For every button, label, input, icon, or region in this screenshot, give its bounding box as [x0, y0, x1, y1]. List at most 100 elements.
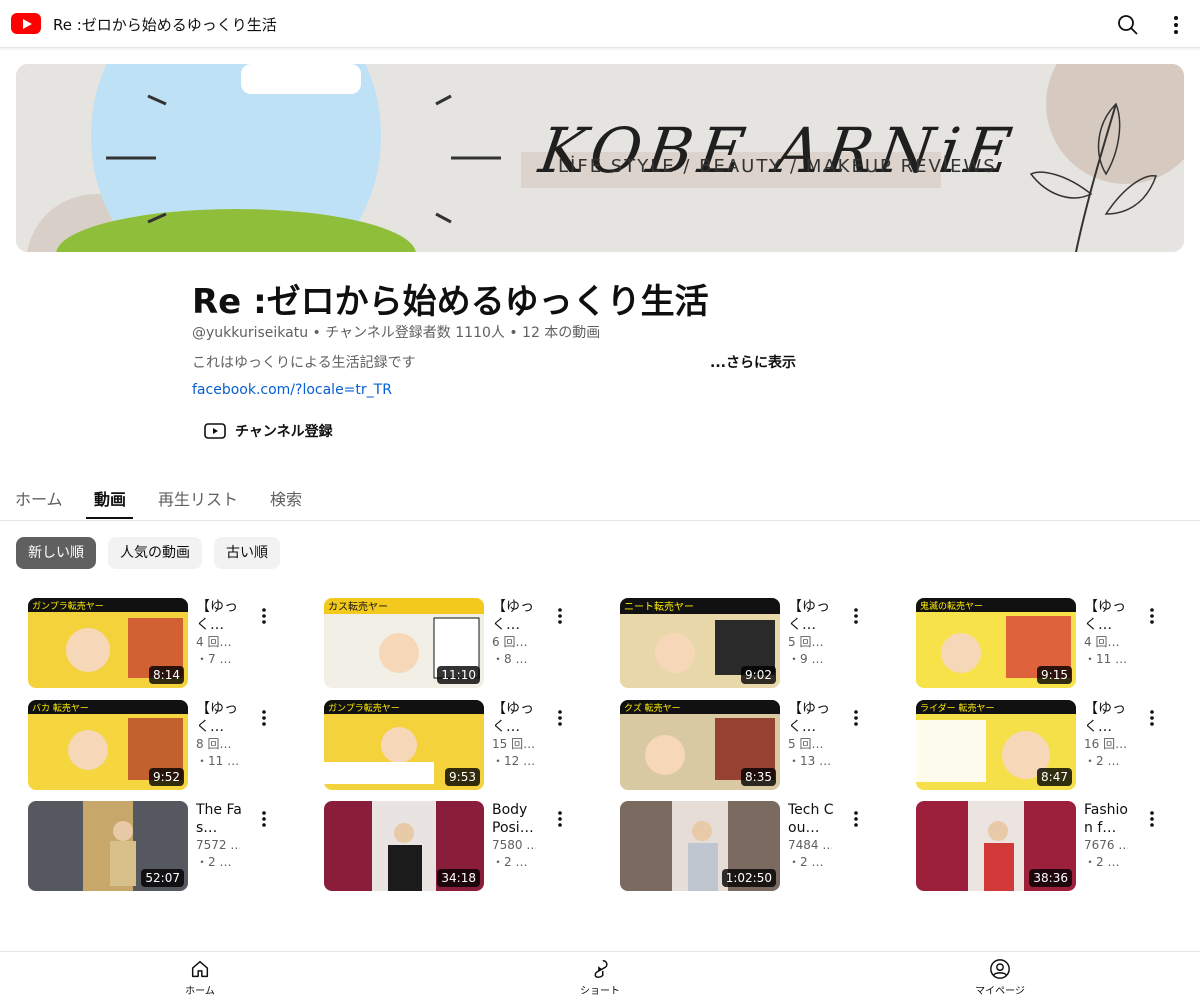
video-views: 6 回…	[492, 635, 528, 649]
video-views: 8 回…	[196, 737, 232, 751]
video-item[interactable]: 鬼滅の転売ヤー 9:15 【ゆっく… 4 回… ・11 …	[916, 598, 1196, 688]
tab-search[interactable]: 検索	[270, 486, 302, 510]
video-item[interactable]: 1:02:50 Tech Cou… 7484 … ・2 …	[620, 801, 900, 891]
video-duration: 8:14	[149, 666, 184, 684]
more-vertical-icon[interactable]	[1164, 13, 1188, 37]
more-vertical-icon[interactable]	[1144, 708, 1160, 728]
video-thumbnail[interactable]: 52:07	[28, 801, 188, 891]
banner-subtitle: LİFE STYLE / BEAUTY / MAKEUP REVİEWS	[558, 156, 997, 177]
more-vertical-icon[interactable]	[256, 809, 272, 829]
video-duration: 9:02	[741, 666, 776, 684]
video-item[interactable]: 52:07 The Fas… 7572 … ・2 …	[28, 801, 308, 891]
video-thumbnail[interactable]: 1:02:50	[620, 801, 780, 891]
subscribe-label: チャンネル登録	[235, 424, 333, 440]
topbar-title: Re :ゼロから始めるゆっくり生活	[53, 16, 277, 34]
nav-my-page-label: マイページ	[975, 986, 1025, 997]
video-title[interactable]: 【ゆっく…	[196, 700, 244, 736]
video-age: ・11 …	[1084, 652, 1128, 666]
video-title[interactable]: 【ゆっく…	[196, 598, 244, 634]
video-thumbnail[interactable]: クズ 転売ヤー 8:35	[620, 700, 780, 790]
video-views: 5 回…	[788, 635, 824, 649]
video-item[interactable]: ガンプラ転売ヤー 9:53 【ゆっく… 15 回… ・12 …	[324, 700, 604, 790]
video-title[interactable]: 【ゆっく…	[492, 598, 540, 634]
video-age: ・2 …	[1084, 855, 1120, 869]
video-thumbnail[interactable]: ライダー 転売ヤー 8:47	[916, 700, 1076, 790]
svg-text:ニート転売ヤー: ニート転売ヤー	[624, 600, 694, 613]
svg-text:ライダー 転売ヤー: ライダー 転売ヤー	[920, 702, 995, 714]
tab-home[interactable]: ホーム	[15, 486, 63, 510]
search-icon[interactable]	[1116, 13, 1140, 37]
video-item[interactable]: 38:36 Fashion f… 7676 … ・2 …	[916, 801, 1196, 891]
video-title[interactable]: Fashion f…	[1084, 801, 1132, 837]
video-title[interactable]: 【ゆっく…	[788, 598, 836, 634]
video-thumbnail[interactable]: ガンプラ転売ヤー 9:53	[324, 700, 484, 790]
video-item[interactable]: ガンプラ転売ヤー 8:14 【ゆっく… 4 回… ・7 …	[28, 598, 308, 688]
bottom-navigation: ホーム ショート マイページ	[0, 951, 1200, 1000]
chip-newest[interactable]: 新しい順	[16, 537, 96, 569]
video-thumbnail[interactable]: ニート転売ヤー 9:02	[620, 598, 780, 688]
more-vertical-icon[interactable]	[848, 708, 864, 728]
subscriptions-icon	[204, 423, 226, 439]
video-thumbnail[interactable]: ガンプラ転売ヤー 8:14	[28, 598, 188, 688]
video-item[interactable]: ニート転売ヤー 9:02 【ゆっく… 5 回… ・9 …	[620, 598, 900, 688]
video-thumbnail[interactable]: 鬼滅の転売ヤー 9:15	[916, 598, 1076, 688]
video-thumbnail[interactable]: カス転売ヤー 11:10	[324, 598, 484, 688]
nav-shorts[interactable]: ショート	[560, 958, 640, 997]
video-item[interactable]: カス転売ヤー 11:10 【ゆっく… 6 回… ・8 …	[324, 598, 604, 688]
video-title[interactable]: Body Posi…	[492, 801, 540, 837]
chip-popular[interactable]: 人気の動画	[108, 537, 202, 569]
more-vertical-icon[interactable]	[552, 809, 568, 829]
tab-playlists[interactable]: 再生リスト	[158, 486, 238, 510]
more-vertical-icon[interactable]	[256, 606, 272, 626]
shorts-icon	[594, 960, 608, 978]
video-thumbnail[interactable]: バカ 転売ヤー 9:52	[28, 700, 188, 790]
more-vertical-icon[interactable]	[552, 708, 568, 728]
video-title[interactable]: 【ゆっく…	[492, 700, 540, 736]
video-item[interactable]: バカ 転売ヤー 9:52 【ゆっく… 8 回… ・11 …	[28, 700, 308, 790]
video-duration: 11:10	[437, 666, 480, 684]
video-title[interactable]: Tech Cou…	[788, 801, 836, 837]
more-vertical-icon[interactable]	[848, 606, 864, 626]
video-thumbnail[interactable]: 34:18	[324, 801, 484, 891]
video-views: 7484 …	[788, 838, 832, 852]
video-duration: 8:35	[741, 768, 776, 786]
nav-home-label: ホーム	[185, 986, 215, 997]
video-views: 7572 …	[196, 838, 240, 852]
video-age: ・9 …	[788, 652, 824, 666]
video-age: ・7 …	[196, 652, 232, 666]
svg-text:ガンプラ転売ヤー: ガンプラ転売ヤー	[328, 702, 400, 714]
video-thumbnail[interactable]: 38:36	[916, 801, 1076, 891]
tab-videos[interactable]: 動画	[94, 486, 126, 510]
chip-oldest[interactable]: 古い順	[214, 537, 280, 569]
video-item[interactable]: クズ 転売ヤー 8:35 【ゆっく… 5 回… ・13 …	[620, 700, 900, 790]
svg-text:クズ 転売ヤー: クズ 転売ヤー	[624, 702, 681, 714]
channel-meta: @yukkuriseikatu • チャンネル登録者数 1110人 • 12 本…	[192, 325, 601, 341]
account-icon	[990, 959, 1010, 979]
active-tab-indicator	[86, 517, 133, 519]
channel-external-link[interactable]: facebook.com/?locale=tr_TR	[192, 382, 392, 398]
nav-my-page[interactable]: マイページ	[960, 958, 1040, 997]
svg-text:ガンプラ転売ヤー: ガンプラ転売ヤー	[32, 600, 104, 612]
video-item[interactable]: ライダー 転売ヤー 8:47 【ゆっく… 16 回… ・2 …	[916, 700, 1196, 790]
more-vertical-icon[interactable]	[1144, 606, 1160, 626]
video-item[interactable]: 34:18 Body Posi… 7580 … ・2 …	[324, 801, 604, 891]
subscribe-button[interactable]: チャンネル登録	[194, 414, 343, 448]
top-app-bar: Re :ゼロから始めるゆっくり生活	[0, 0, 1200, 48]
show-more-link[interactable]: ...さらに表示	[710, 352, 796, 372]
video-age: ・2 …	[492, 855, 528, 869]
nav-home[interactable]: ホーム	[160, 958, 240, 997]
video-views: 4 回…	[1084, 635, 1120, 649]
more-vertical-icon[interactable]	[256, 708, 272, 728]
more-vertical-icon[interactable]	[848, 809, 864, 829]
video-title[interactable]: 【ゆっく…	[788, 700, 836, 736]
video-title[interactable]: 【ゆっく…	[1084, 598, 1132, 634]
channel-description[interactable]: これはゆっくりによる生活記録です	[192, 352, 416, 372]
video-title[interactable]: 【ゆっく…	[1084, 700, 1132, 736]
youtube-logo-icon[interactable]	[11, 13, 41, 34]
more-vertical-icon[interactable]	[1144, 809, 1160, 829]
more-vertical-icon[interactable]	[552, 606, 568, 626]
video-duration: 52:07	[141, 869, 184, 887]
video-duration: 34:18	[437, 869, 480, 887]
video-title[interactable]: The Fas…	[196, 801, 244, 837]
video-age: ・11 …	[196, 754, 240, 768]
